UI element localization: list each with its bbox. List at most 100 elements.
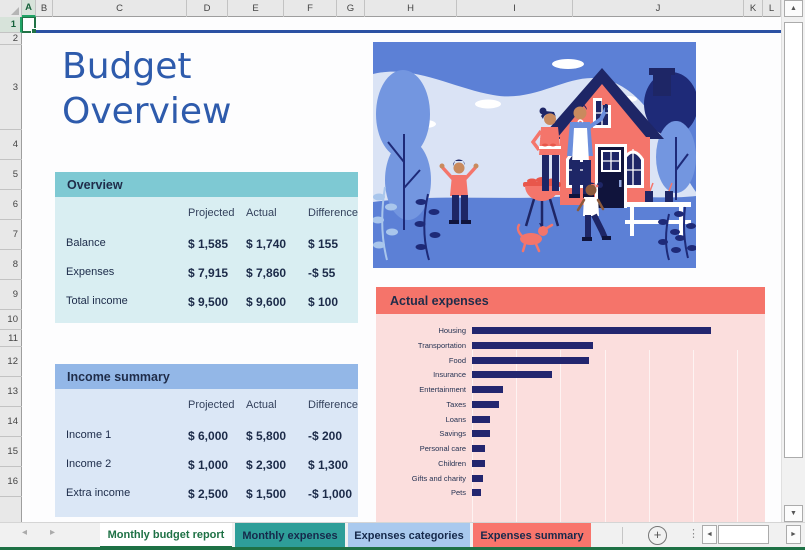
chart-plot-area: $-$500$1,000$1,500$2,000$2,500$3,000Hous… (376, 314, 765, 522)
sheet-tab-monthly-expenses[interactable]: Monthly expenses (235, 523, 345, 548)
row-header-14[interactable]: 14 (0, 407, 22, 437)
spreadsheet-window: ABCDEFGHIJKL 12345678910111213141516 Bud… (0, 0, 805, 550)
row-header-4[interactable]: 4 (0, 130, 22, 160)
new-sheet-button[interactable]: + (648, 526, 667, 545)
page-title: Budget Overview (62, 44, 352, 134)
column-header-I[interactable]: I (457, 0, 573, 17)
row-header-5[interactable]: 5 (0, 160, 22, 190)
column-header-B[interactable]: B (36, 0, 53, 17)
vertical-scroll-thumb[interactable] (784, 22, 803, 458)
row-label: Income 2 (66, 458, 111, 470)
column-header-H[interactable]: H (365, 0, 457, 17)
column-headers: ABCDEFGHIJKL (0, 0, 781, 17)
overview-table-body: Projected Actual Difference Balance $ 1,585 $… (55, 197, 358, 323)
value-cell: $ 9,600 (246, 295, 286, 309)
column-header-C[interactable]: C (53, 0, 187, 17)
row-label: Total income (66, 295, 128, 307)
chart-category-label: Children (346, 459, 466, 468)
chart-gridline (649, 350, 650, 522)
chart-category-label: Gifts and charity (346, 474, 466, 483)
family-bbq-illustration[interactable] (373, 42, 696, 268)
horizontal-scroll-thumb[interactable] (718, 525, 769, 544)
row-header-7[interactable]: 7 (0, 220, 22, 250)
column-header-A[interactable]: A (22, 0, 36, 17)
chart-category-label: Transportation (346, 341, 466, 350)
income-summary-table: Income summary ProjectedActualDifference… (55, 364, 358, 517)
row-header-9[interactable]: 9 (0, 280, 22, 310)
row-header-10[interactable]: 10 (0, 310, 22, 330)
chart-bar (472, 371, 552, 378)
table-row: Balance$ 1,585$ 1,740$ 155 (55, 237, 358, 253)
chart-bar (472, 475, 483, 482)
row-header-6[interactable]: 6 (0, 190, 22, 220)
chart-category-label: Entertainment (346, 385, 466, 394)
column-label: Difference (308, 207, 358, 219)
value-cell: $ 1,000 (188, 458, 228, 472)
chart-bar (472, 460, 485, 467)
sheet-grid[interactable]: Budget Overview Overview ProjectedActual… (22, 17, 781, 522)
chart-bar (472, 401, 499, 408)
row-header-3[interactable]: 3 (0, 45, 22, 130)
table-column-header-row: Projected Actual Difference (55, 207, 358, 223)
tab-nav-left-icon[interactable]: ◂ (22, 527, 27, 538)
select-all-corner[interactable] (0, 0, 22, 17)
column-header-D[interactable]: D (187, 0, 228, 17)
column-header-L[interactable]: L (763, 0, 781, 17)
table-row: Total income$ 9,500$ 9,600$ 100 (55, 295, 358, 311)
row-header-13[interactable]: 13 (0, 377, 22, 407)
chart-gridline (605, 350, 606, 522)
value-cell: $ 7,860 (246, 266, 286, 280)
row-header-2[interactable]: 2 (0, 33, 22, 45)
row-header-16[interactable]: 16 (0, 467, 22, 497)
chart-title: Actual expenses (376, 287, 765, 314)
tab-nav-right-icon[interactable]: ▸ (50, 527, 55, 538)
table-row: Income 2$ 1,000$ 2,300$ 1,300 (55, 458, 358, 474)
row-label: Balance (66, 237, 106, 249)
row-header-1[interactable]: 1 (0, 17, 22, 33)
horizontal-scrollbar[interactable]: ◄ ► (700, 525, 805, 546)
table-row: Expenses $ 7,915 $ 7,860 -$ 55 (55, 266, 358, 282)
scroll-up-button[interactable]: ▲ (784, 0, 803, 17)
sheet-tab-expenses-summary[interactable]: Expenses summary (473, 523, 591, 548)
value-cell: $ 6,000 (188, 429, 228, 443)
scroll-left-button[interactable]: ◄ (702, 525, 717, 544)
row-label: Expenses (66, 266, 114, 278)
column-label: Projected (188, 399, 234, 411)
scroll-right-button[interactable]: ► (786, 525, 801, 544)
value-cell: $ 1,585 (188, 237, 228, 251)
value-cell: -$ 55 (308, 266, 335, 280)
chart-category-label: Food (346, 356, 466, 365)
selected-cell-a1[interactable] (22, 17, 36, 33)
column-header-E[interactable]: E (228, 0, 284, 17)
row-header-11[interactable]: 11 (0, 330, 22, 347)
column-header-F[interactable]: F (284, 0, 337, 17)
row-label: Income 1 (66, 429, 111, 441)
chart-category-label: Loans (346, 415, 466, 424)
value-cell: $ 9,500 (188, 295, 228, 309)
table-row: Extra income$ 2,500$ 1,500-$ 1,000 (55, 487, 358, 503)
column-label: Projected (188, 207, 234, 219)
sheet-tab-expenses-categories[interactable]: Expenses categories (348, 523, 470, 548)
row-header-12[interactable]: 12 (0, 347, 22, 377)
tab-divider (622, 527, 623, 544)
column-header-K[interactable]: K (744, 0, 763, 17)
scroll-down-button[interactable]: ▼ (784, 505, 803, 522)
value-cell: $ 5,800 (246, 429, 286, 443)
row-header-15[interactable]: 15 (0, 437, 22, 467)
chart-gridline (737, 350, 738, 522)
chart-category-label: Savings (346, 429, 466, 438)
row-header-8[interactable]: 8 (0, 250, 22, 280)
value-cell: $ 1,300 (308, 458, 348, 472)
column-label: Actual (246, 207, 277, 219)
value-cell: $ 155 (308, 237, 338, 251)
overview-table: Overview ProjectedActualDifferenceBalanc… (55, 172, 358, 323)
value-cell: $ 2,500 (188, 487, 228, 501)
vertical-scrollbar[interactable]: ▲ ▼ (781, 0, 805, 522)
actual-expenses-chart[interactable]: Actual expenses $-$500$1,000$1,500$2,000… (376, 287, 765, 522)
tab-overflow-menu-icon[interactable]: ⋮ (688, 527, 699, 540)
column-header-J[interactable]: J (573, 0, 744, 17)
sheet-tab-monthly-budget-report[interactable]: Monthly budget report (100, 523, 232, 548)
column-header-G[interactable]: G (337, 0, 365, 17)
value-cell: $ 7,915 (188, 266, 228, 280)
sheet-tab-bar: ◂ ▸ Monthly budget reportMonthly expense… (0, 522, 805, 547)
